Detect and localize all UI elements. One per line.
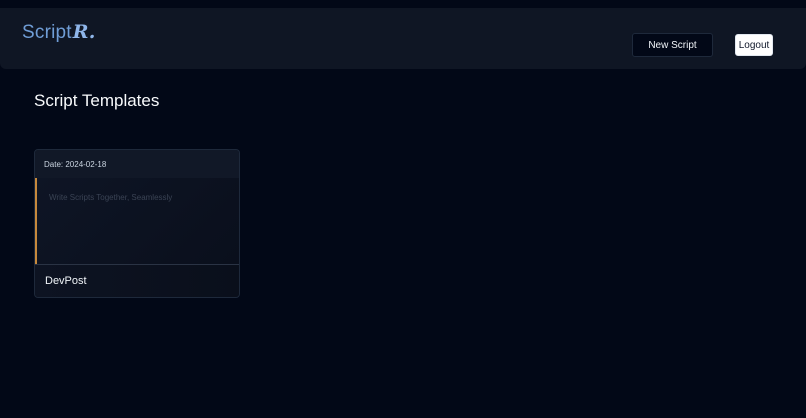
card-date: Date: 2024-02-18	[44, 159, 107, 169]
card-preview-area: Write Scripts Together, Seamlessly	[35, 178, 239, 264]
top-strip	[0, 0, 806, 8]
card-footer: DevPost	[35, 264, 239, 297]
new-script-button[interactable]: New Script	[632, 33, 713, 57]
page-title: Script Templates	[34, 91, 160, 110]
brand-accent: R.	[72, 21, 96, 43]
brand-text: Script	[22, 22, 72, 43]
card-preview-text: Write Scripts Together, Seamlessly	[49, 193, 173, 202]
card-header: Date: 2024-02-18	[35, 150, 239, 178]
script-template-card[interactable]: Date: 2024-02-18 Write Scripts Together,…	[34, 149, 240, 298]
navbar: ScriptR. New Script Logout	[0, 8, 806, 69]
brand-logo[interactable]: ScriptR.	[22, 21, 96, 44]
logout-button[interactable]: Logout	[735, 34, 773, 56]
card-title: DevPost	[45, 275, 87, 287]
